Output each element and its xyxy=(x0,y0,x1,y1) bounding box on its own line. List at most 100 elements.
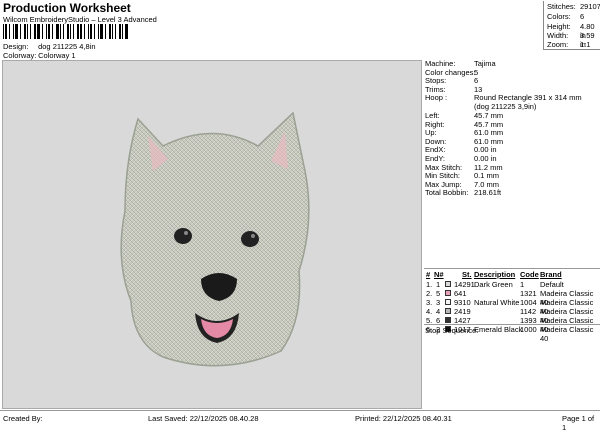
property-value: Round Rectangle 391 x 314 mm (dog 211225… xyxy=(474,93,582,111)
cell-num: 3. xyxy=(426,298,433,307)
barcode-bar xyxy=(23,24,26,39)
table-row: 4. 4 2419 1142 Madeira Classic 40 xyxy=(424,307,600,325)
property-value: 218.61ft xyxy=(474,188,502,198)
cell-n: 4 xyxy=(436,307,441,316)
cell-st: 14291 xyxy=(454,280,475,289)
cell-n: 1 xyxy=(436,280,441,289)
cell-n: 3 xyxy=(436,298,441,307)
barcode-bar xyxy=(26,24,28,39)
barcode-bar xyxy=(94,24,96,39)
column-header-num: # xyxy=(426,270,431,279)
barcode-bar xyxy=(14,24,18,39)
barcode-bar xyxy=(51,24,53,39)
barcode-bar xyxy=(59,24,61,39)
barcode-bar xyxy=(66,24,69,39)
cell-code: 1321 xyxy=(520,289,537,298)
table-row: 3. 3 9310 Natural White 1004 Madeira Classic … xyxy=(424,298,600,316)
column-header-st: St. xyxy=(462,270,472,279)
cell-code: 1142 xyxy=(520,307,537,316)
swatch-icon xyxy=(445,308,451,314)
colorway-label: Colorway: xyxy=(3,51,37,60)
cell-brand: Madeira Classic 40 xyxy=(540,325,594,343)
design-value: dog 211225 4,8in xyxy=(38,42,96,51)
barcode-bar xyxy=(4,24,7,39)
dog-embroidery-image xyxy=(120,111,310,367)
stat-label: Colors: xyxy=(547,12,571,21)
barcode-bar xyxy=(115,24,117,39)
cell-st: 9310 xyxy=(454,298,471,307)
stat-value: 29107 xyxy=(580,2,600,11)
barcode-bar xyxy=(125,24,129,39)
design-label: Design: xyxy=(3,42,29,51)
table-row: 2. 5 641 1321 Madeira Classic 40 xyxy=(424,289,600,307)
barcode-bar xyxy=(33,24,36,39)
property-value: 6 xyxy=(474,76,479,86)
cell-st: 641 xyxy=(454,289,467,298)
barcode-bar xyxy=(69,24,71,39)
design-preview xyxy=(2,60,422,409)
barcode-bar xyxy=(12,24,14,39)
barcode-bar xyxy=(47,24,50,39)
barcode-bar xyxy=(62,24,64,39)
cell-brand: Default xyxy=(540,280,564,289)
barcode-bar xyxy=(122,24,124,39)
barcode-bar xyxy=(84,24,86,39)
column-header-desc: Description xyxy=(474,270,516,279)
created-by: Created By: xyxy=(3,414,43,423)
colorway-value: Colorway 1 xyxy=(38,51,76,60)
cell-code: 1000 xyxy=(520,325,537,334)
stat-label: Zoom: xyxy=(547,40,569,49)
barcode-bar xyxy=(45,24,47,39)
swatch-icon xyxy=(445,281,451,287)
barcode-bar xyxy=(119,24,122,39)
design-name-row: Design: dog 211225 4,8in xyxy=(3,42,96,51)
column-header-n: N# xyxy=(434,270,444,279)
barcode-bar xyxy=(100,24,104,39)
property-value: 5 xyxy=(474,67,479,77)
column-header-brand: Brand xyxy=(540,270,562,279)
barcode-bar xyxy=(19,24,21,39)
barcode-bar xyxy=(8,24,10,39)
footer: Created By: Last Saved: 22/12/2025 08.40… xyxy=(0,410,600,432)
stat-label: Stitches: xyxy=(547,2,576,11)
property-value: Tajima xyxy=(474,59,496,68)
cell-num: 1. xyxy=(426,280,433,289)
stat-value: 1:1 xyxy=(580,40,591,49)
swatch-icon xyxy=(445,299,451,305)
cell-num: 2. xyxy=(426,289,433,298)
barcode-bar xyxy=(80,24,83,39)
barcode-bar xyxy=(29,24,31,39)
barcode-bar xyxy=(90,24,93,39)
stat-zoom: Zoom: 1:1 xyxy=(547,40,590,50)
barcode-icon xyxy=(3,24,131,39)
barcode-bar xyxy=(41,24,43,39)
barcode-bar xyxy=(76,24,80,39)
page-title: Production Worksheet xyxy=(3,1,131,15)
cell-desc: Natural White xyxy=(474,298,520,307)
swatch-icon xyxy=(445,290,451,296)
swatch-icon xyxy=(445,317,451,323)
last-saved: Last Saved: 22/12/2025 08.40.28 xyxy=(148,414,259,423)
cell-n: 5 xyxy=(436,289,441,298)
stat-value: 6 xyxy=(580,12,585,21)
stats-panel: Stitches: 29107 Colors: 6 Height: 4.80 in W… xyxy=(543,1,600,50)
cell-st: 2419 xyxy=(454,307,471,316)
barcode-bar xyxy=(98,24,100,39)
property-label: Hoop : xyxy=(425,93,448,103)
software-name: Wilcom EmbroideryStudio – Level 3 Advanc… xyxy=(3,15,157,24)
stat-label: Height: xyxy=(547,22,571,31)
cell-code: 1004 xyxy=(520,298,537,307)
cell-desc: Emerald Black xyxy=(474,325,523,334)
barcode-bar xyxy=(3,24,4,39)
table-row: 1. 1 14291 Dark Green 1 Default xyxy=(424,280,600,289)
colorway-row: Colorway: Colorway 1 xyxy=(3,51,76,60)
cell-num: 4. xyxy=(426,307,433,316)
barcode-bar xyxy=(88,24,90,39)
property-label: Total Bobbin: xyxy=(425,188,469,198)
column-header-code: Code xyxy=(520,270,539,279)
stat-stitches: Stitches: 29107 xyxy=(547,2,600,12)
barcode-bar xyxy=(105,24,107,39)
stat-label: Width: xyxy=(547,31,569,40)
divider xyxy=(424,324,600,325)
stat-colors: Colors: 6 xyxy=(547,12,584,22)
